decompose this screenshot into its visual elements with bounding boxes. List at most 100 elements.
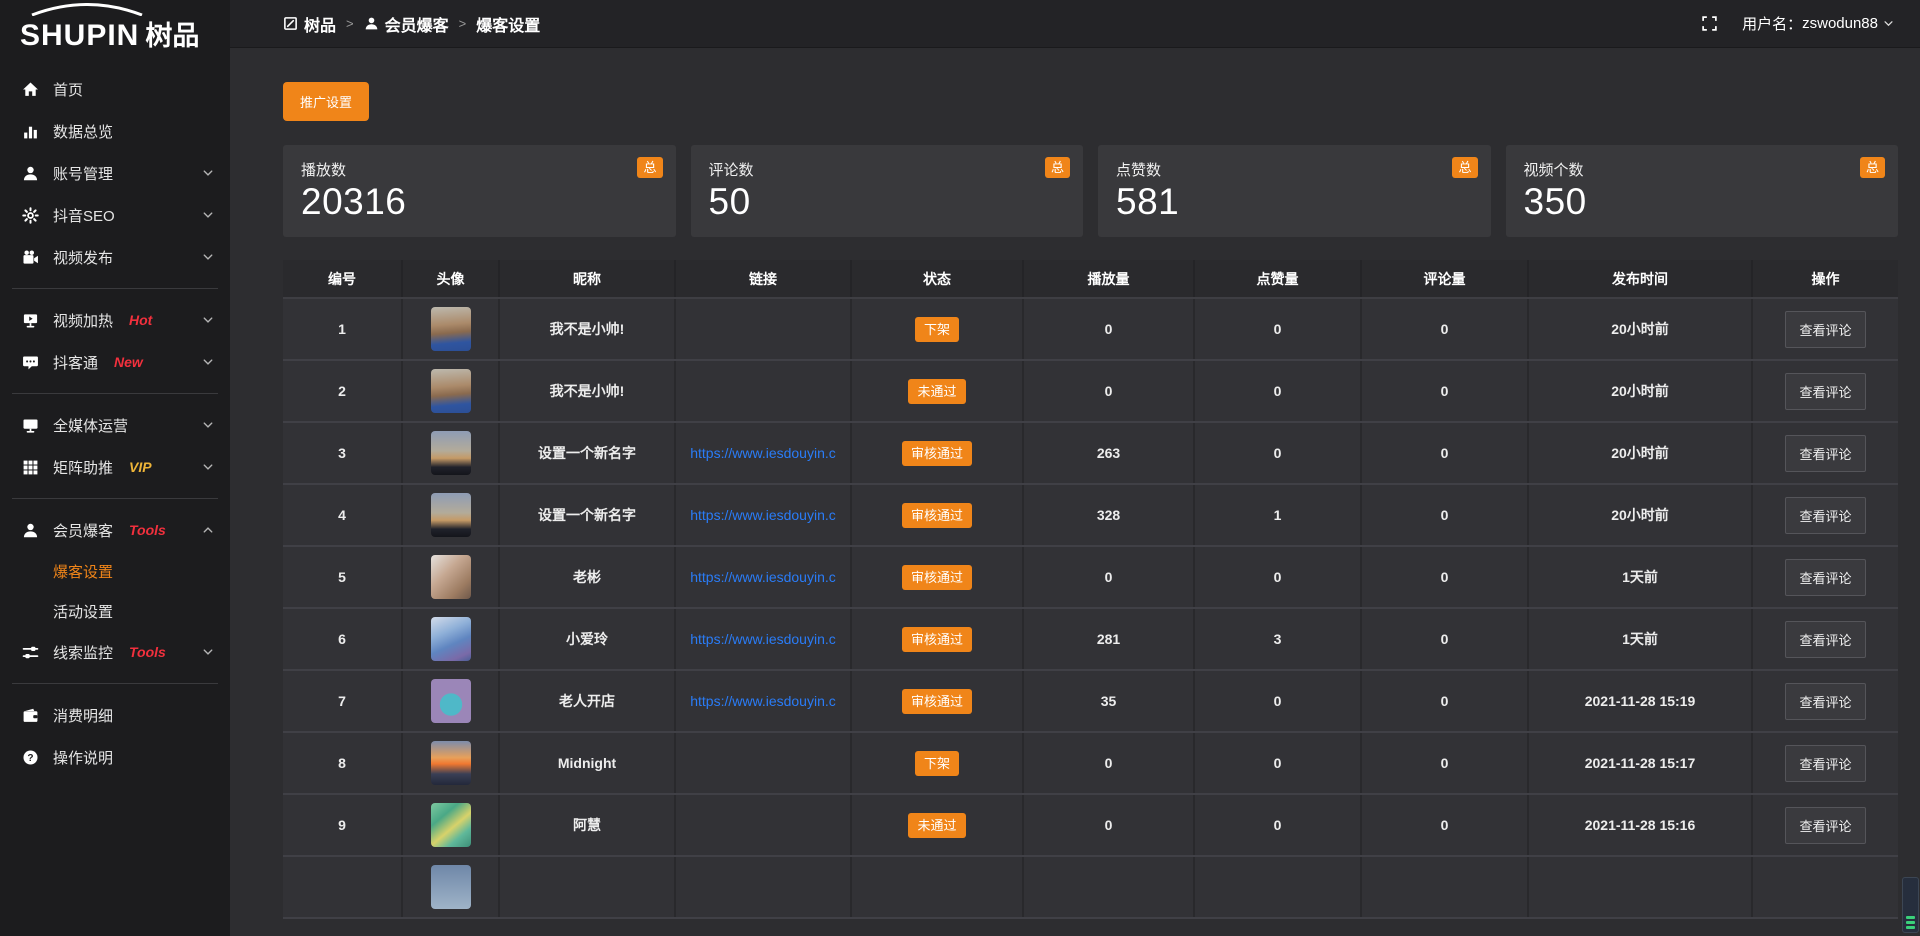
wallet-icon	[22, 707, 39, 724]
sidebar-item-label: 数据总览	[53, 121, 113, 142]
cell-nickname: 阿慧	[499, 794, 675, 856]
sidebar-item-data-overview[interactable]: 数据总览	[0, 110, 230, 152]
sidebar-item-member-baoke[interactable]: 会员爆客 Tools	[0, 509, 230, 551]
video-link[interactable]: https://www.iesdouyin.c	[676, 631, 850, 647]
status-badge: 审核通过	[902, 565, 972, 590]
cell-action: 查看评论	[1752, 298, 1898, 360]
sidebar-item-video-heat[interactable]: 视频加热 Hot	[0, 299, 230, 341]
sidebar-item-label: 操作说明	[53, 747, 113, 768]
cell-likes: 0	[1194, 670, 1361, 732]
view-comments-button[interactable]: 查看评论	[1785, 497, 1865, 534]
table-row: 1 我不是小帅! 下架 0 0 0 20小时前 查看评论	[283, 298, 1898, 360]
cell-time: 20小时前	[1528, 360, 1752, 422]
cell-status: 审核通过	[851, 608, 1023, 670]
table-header-row: 编号头像昵称链接状态播放量点赞量评论量发布时间操作	[283, 260, 1898, 298]
video-link[interactable]: https://www.iesdouyin.c	[676, 569, 850, 585]
table-row: 7 老人开店 https://www.iesdouyin.c 审核通过 35 0…	[283, 670, 1898, 732]
avatar	[431, 369, 471, 413]
sidebar-item-douyin-seo[interactable]: 抖音SEO	[0, 194, 230, 236]
board-icon	[283, 16, 298, 31]
total-badge: 总	[1860, 157, 1885, 178]
user-menu[interactable]: 用户名：zswodun88	[1742, 13, 1894, 34]
sidebar-item-clue-monitor[interactable]: 线索监控 Tools	[0, 631, 230, 673]
cell-likes	[1194, 856, 1361, 918]
widget-bar	[1906, 916, 1915, 919]
sidebar-item-consume-detail[interactable]: 消费明细	[0, 694, 230, 736]
column-header: 状态	[851, 260, 1023, 298]
cell-action: 查看评论	[1752, 732, 1898, 794]
app-window: SHUPIN树品 首页 数据总览 账号管理 抖音SEO 视频发布 视频加热 Ho…	[0, 0, 1920, 936]
table-row	[283, 856, 1898, 918]
cell-action: 查看评论	[1752, 360, 1898, 422]
logo-text-en: SHUPIN	[20, 19, 139, 52]
breadcrumb-item-member-baoke[interactable]: 会员爆客	[364, 12, 449, 36]
sidebar-subitem-activity-settings[interactable]: 活动设置	[0, 591, 230, 631]
sidebar-item-operation-guide[interactable]: ? 操作说明	[0, 736, 230, 778]
cell-link	[675, 794, 851, 856]
member-icon	[22, 522, 39, 539]
column-header: 点赞量	[1194, 260, 1361, 298]
cell-comments: 0	[1361, 484, 1528, 546]
stat-card-value: 350	[1524, 181, 1881, 223]
chevron-down-icon	[202, 167, 214, 179]
grid-icon	[22, 459, 39, 476]
sidebar-item-label: 视频加热	[53, 310, 113, 331]
cell-id: 4	[283, 484, 402, 546]
video-link[interactable]: https://www.iesdouyin.c	[676, 507, 850, 523]
cell-plays: 0	[1023, 732, 1194, 794]
view-comments-button[interactable]: 查看评论	[1785, 435, 1865, 472]
table-row: 8 Midnight 下架 0 0 0 2021-11-28 15:17 查看评…	[283, 732, 1898, 794]
table-row: 5 老彬 https://www.iesdouyin.c 审核通过 0 0 0 …	[283, 546, 1898, 608]
breadcrumb-item-shupin[interactable]: 树品	[283, 12, 336, 36]
cell-nickname: Midnight	[499, 732, 675, 794]
sidebar-item-account-manage[interactable]: 账号管理	[0, 152, 230, 194]
view-comments-button[interactable]: 查看评论	[1785, 807, 1865, 844]
avatar	[431, 431, 471, 475]
sliders-icon	[22, 644, 39, 661]
cell-status: 未通过	[851, 360, 1023, 422]
breadcrumb: 树品 > 会员爆客 > 爆客设置	[283, 12, 540, 36]
fullscreen-icon[interactable]	[1701, 15, 1718, 32]
table-row: 4 设置一个新名字 https://www.iesdouyin.c 审核通过 3…	[283, 484, 1898, 546]
view-comments-button[interactable]: 查看评论	[1785, 559, 1865, 596]
video-link[interactable]: https://www.iesdouyin.c	[676, 693, 850, 709]
cell-likes: 3	[1194, 608, 1361, 670]
cell-id	[283, 856, 402, 918]
cell-plays: 0	[1023, 360, 1194, 422]
cell-nickname: 我不是小帅!	[499, 360, 675, 422]
column-header: 播放量	[1023, 260, 1194, 298]
cell-id: 8	[283, 732, 402, 794]
status-badge: 下架	[915, 751, 959, 776]
sidebar-item-media-operation[interactable]: 全媒体运营	[0, 404, 230, 446]
scroll-widget[interactable]	[1902, 877, 1919, 933]
sidebar-item-home[interactable]: 首页	[0, 68, 230, 110]
sidebar-item-label: 矩阵助推	[53, 457, 113, 478]
cell-likes: 0	[1194, 422, 1361, 484]
cell-action	[1752, 856, 1898, 918]
user-icon	[364, 16, 379, 31]
sidebar-item-video-publish[interactable]: 视频发布	[0, 236, 230, 278]
sidebar-item-label: 会员爆客	[53, 520, 113, 541]
stat-card-label: 点赞数	[1116, 159, 1473, 180]
view-comments-button[interactable]: 查看评论	[1785, 683, 1865, 720]
view-comments-button[interactable]: 查看评论	[1785, 621, 1865, 658]
cell-comments: 0	[1361, 670, 1528, 732]
promo-settings-button[interactable]: 推广设置	[283, 82, 369, 121]
sidebar-item-matrix-boost[interactable]: 矩阵助推 VIP	[0, 446, 230, 488]
sidebar-subitem-baoke-settings[interactable]: 爆客设置	[0, 551, 230, 591]
chevron-down-icon	[202, 356, 214, 368]
column-header: 昵称	[499, 260, 675, 298]
stat-card-likes: 点赞数 581 总	[1098, 145, 1491, 237]
cell-plays: 0	[1023, 794, 1194, 856]
cell-likes: 0	[1194, 298, 1361, 360]
cell-nickname: 我不是小帅!	[499, 298, 675, 360]
sidebar-item-douke-tong[interactable]: 抖客通 New	[0, 341, 230, 383]
breadcrumb-separator: >	[459, 16, 467, 31]
view-comments-button[interactable]: 查看评论	[1785, 373, 1865, 410]
app-logo[interactable]: SHUPIN树品	[0, 0, 230, 62]
username-label: 用户名：	[1742, 13, 1802, 34]
view-comments-button[interactable]: 查看评论	[1785, 745, 1865, 782]
cell-status: 审核通过	[851, 670, 1023, 732]
view-comments-button[interactable]: 查看评论	[1785, 311, 1865, 348]
video-link[interactable]: https://www.iesdouyin.c	[676, 445, 850, 461]
